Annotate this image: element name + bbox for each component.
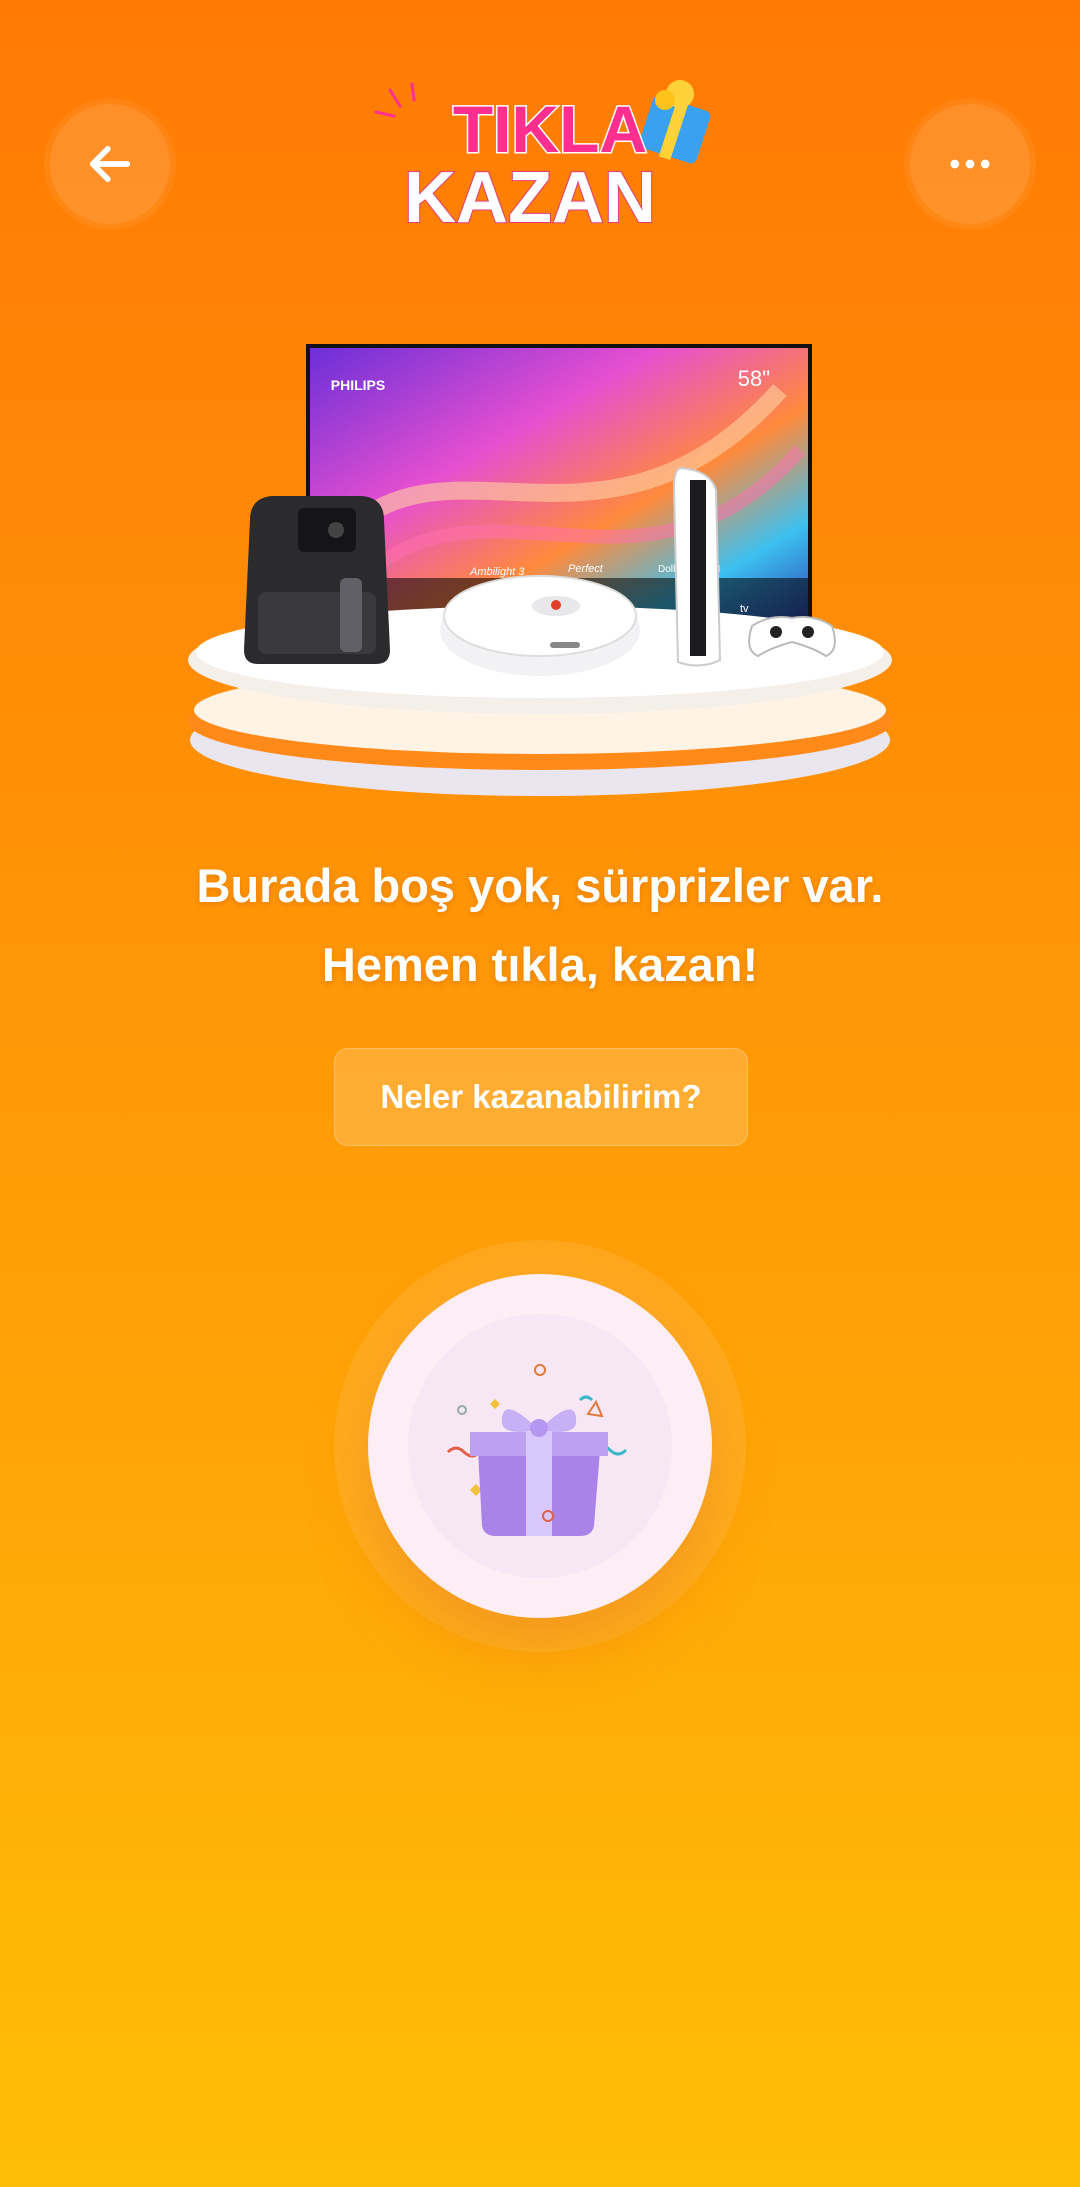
- arrow-left-icon: [89, 146, 131, 182]
- what-can-i-win-button[interactable]: Neler kazanabilirim?: [334, 1048, 748, 1146]
- tv-feature-2: Perfect: [568, 563, 604, 575]
- gift-box-icon[interactable]: [430, 1340, 650, 1560]
- back-button[interactable]: [50, 104, 170, 224]
- logo-gift-icon: [639, 80, 711, 164]
- robot-vacuum-image: [440, 575, 640, 676]
- logo-line1: TIKLA: [453, 92, 647, 166]
- more-options-button[interactable]: [910, 104, 1030, 224]
- more-horizontal-icon: [950, 159, 990, 169]
- tv-brand: PHILIPS: [331, 377, 385, 393]
- game-console-image: [672, 466, 722, 667]
- headline-line2: Hemen tıkla, kazan!: [321, 938, 759, 991]
- tv-size: 58": [738, 366, 770, 391]
- tv-feature-4: tv: [740, 603, 749, 615]
- headline-line1: Burada boş yok, sürprizler var.: [196, 859, 884, 912]
- prizes-hero-image: PHILIPS 58" Ambilight 3 Perfect Dolby VI…: [188, 344, 892, 796]
- air-fryer-image: [244, 496, 390, 664]
- tikla-kazan-logo: TIKLA KAZAN: [374, 80, 711, 239]
- logo-line2: KAZAN: [404, 158, 656, 238]
- logo-sparkles: [374, 82, 416, 118]
